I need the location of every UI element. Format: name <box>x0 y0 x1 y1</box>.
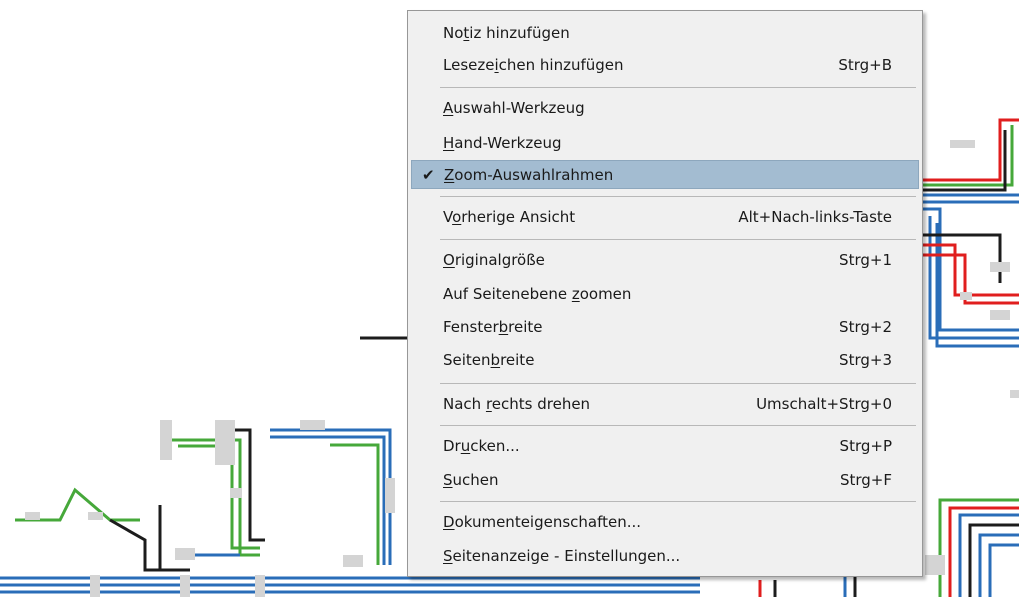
menu-separator <box>440 425 916 426</box>
menu-separator <box>440 383 916 384</box>
menu-separator <box>440 239 916 240</box>
menu-item-seitenbreite[interactable]: Seitenbreite Strg+3 <box>411 345 919 374</box>
menu-item-shortcut: Strg+1 <box>839 250 892 269</box>
menu-item-shortcut: Strg+2 <box>839 317 892 336</box>
menu-item-label: Drucken... <box>443 436 520 455</box>
menu-item-originalgroesse[interactable]: Originalgröße Strg+1 <box>411 245 919 274</box>
menu-item-vorherige-ansicht[interactable]: Vorherige Ansicht Alt+Nach-links-Taste <box>411 202 919 231</box>
menu-item-label: Auf Seitenebene zoomen <box>443 284 632 303</box>
menu-item-label: Nach rechts drehen <box>443 394 591 413</box>
context-menu: Notiz hinzufügen Lesezeichen hinzufügen … <box>407 10 923 577</box>
menu-item-nach-rechts-drehen[interactable]: Nach rechts drehen Umschalt+Strg+0 <box>411 389 919 418</box>
menu-item-lesezeichen-hinzufuegen[interactable]: Lesezeichen hinzufügen Strg+B <box>411 50 919 79</box>
menu-item-label: Seitenbreite <box>443 350 535 369</box>
menu-item-suchen[interactable]: Suchen Strg+F <box>411 465 919 494</box>
menu-item-label: Seitenanzeige - Einstellungen... <box>443 546 681 565</box>
menu-item-label: Zoom-Auswahlrahmen <box>444 165 614 184</box>
menu-item-label: Hand-Werkzeug <box>443 133 562 152</box>
menu-item-shortcut: Strg+3 <box>839 350 892 369</box>
menu-item-dokumenteigenschaften[interactable]: Dokumenteigenschaften... <box>411 507 919 536</box>
menu-item-shortcut: Strg+B <box>838 55 892 74</box>
menu-item-shortcut: Strg+P <box>839 436 892 455</box>
menu-item-label: Dokumenteigenschaften... <box>443 512 642 531</box>
menu-item-zoom-auswahlrahmen[interactable]: ✔ Zoom-Auswahlrahmen <box>411 160 919 189</box>
menu-separator <box>440 196 916 197</box>
menu-item-label: Suchen <box>443 470 499 489</box>
menu-item-label: Originalgröße <box>443 250 545 269</box>
menu-item-auf-seitenebene-zoomen[interactable]: Auf Seitenebene zoomen <box>411 279 919 308</box>
checkmark-icon: ✔ <box>422 165 435 184</box>
menu-separator <box>440 501 916 502</box>
menu-item-label: Fensterbreite <box>443 317 543 336</box>
menu-item-fensterbreite[interactable]: Fensterbreite Strg+2 <box>411 312 919 341</box>
menu-item-seitenanzeige-einstellungen[interactable]: Seitenanzeige - Einstellungen... <box>411 541 919 570</box>
menu-item-shortcut: Umschalt+Strg+0 <box>756 394 892 413</box>
menu-item-auswahl-werkzeug[interactable]: Auswahl-Werkzeug <box>411 93 919 122</box>
menu-item-shortcut: Alt+Nach-links-Taste <box>738 207 892 226</box>
menu-item-shortcut: Strg+F <box>839 470 892 489</box>
menu-item-label: Vorherige Ansicht <box>443 207 576 226</box>
menu-item-notiz-hinzufuegen[interactable]: Notiz hinzufügen <box>411 18 919 47</box>
menu-item-hand-werkzeug[interactable]: Hand-Werkzeug <box>411 128 919 157</box>
menu-item-drucken[interactable]: Drucken... Strg+P <box>411 431 919 460</box>
menu-separator <box>440 87 916 88</box>
menu-item-label: Lesezeichen hinzufügen <box>443 55 624 74</box>
menu-item-label: Notiz hinzufügen <box>443 23 570 42</box>
menu-item-label: Auswahl-Werkzeug <box>443 98 585 117</box>
